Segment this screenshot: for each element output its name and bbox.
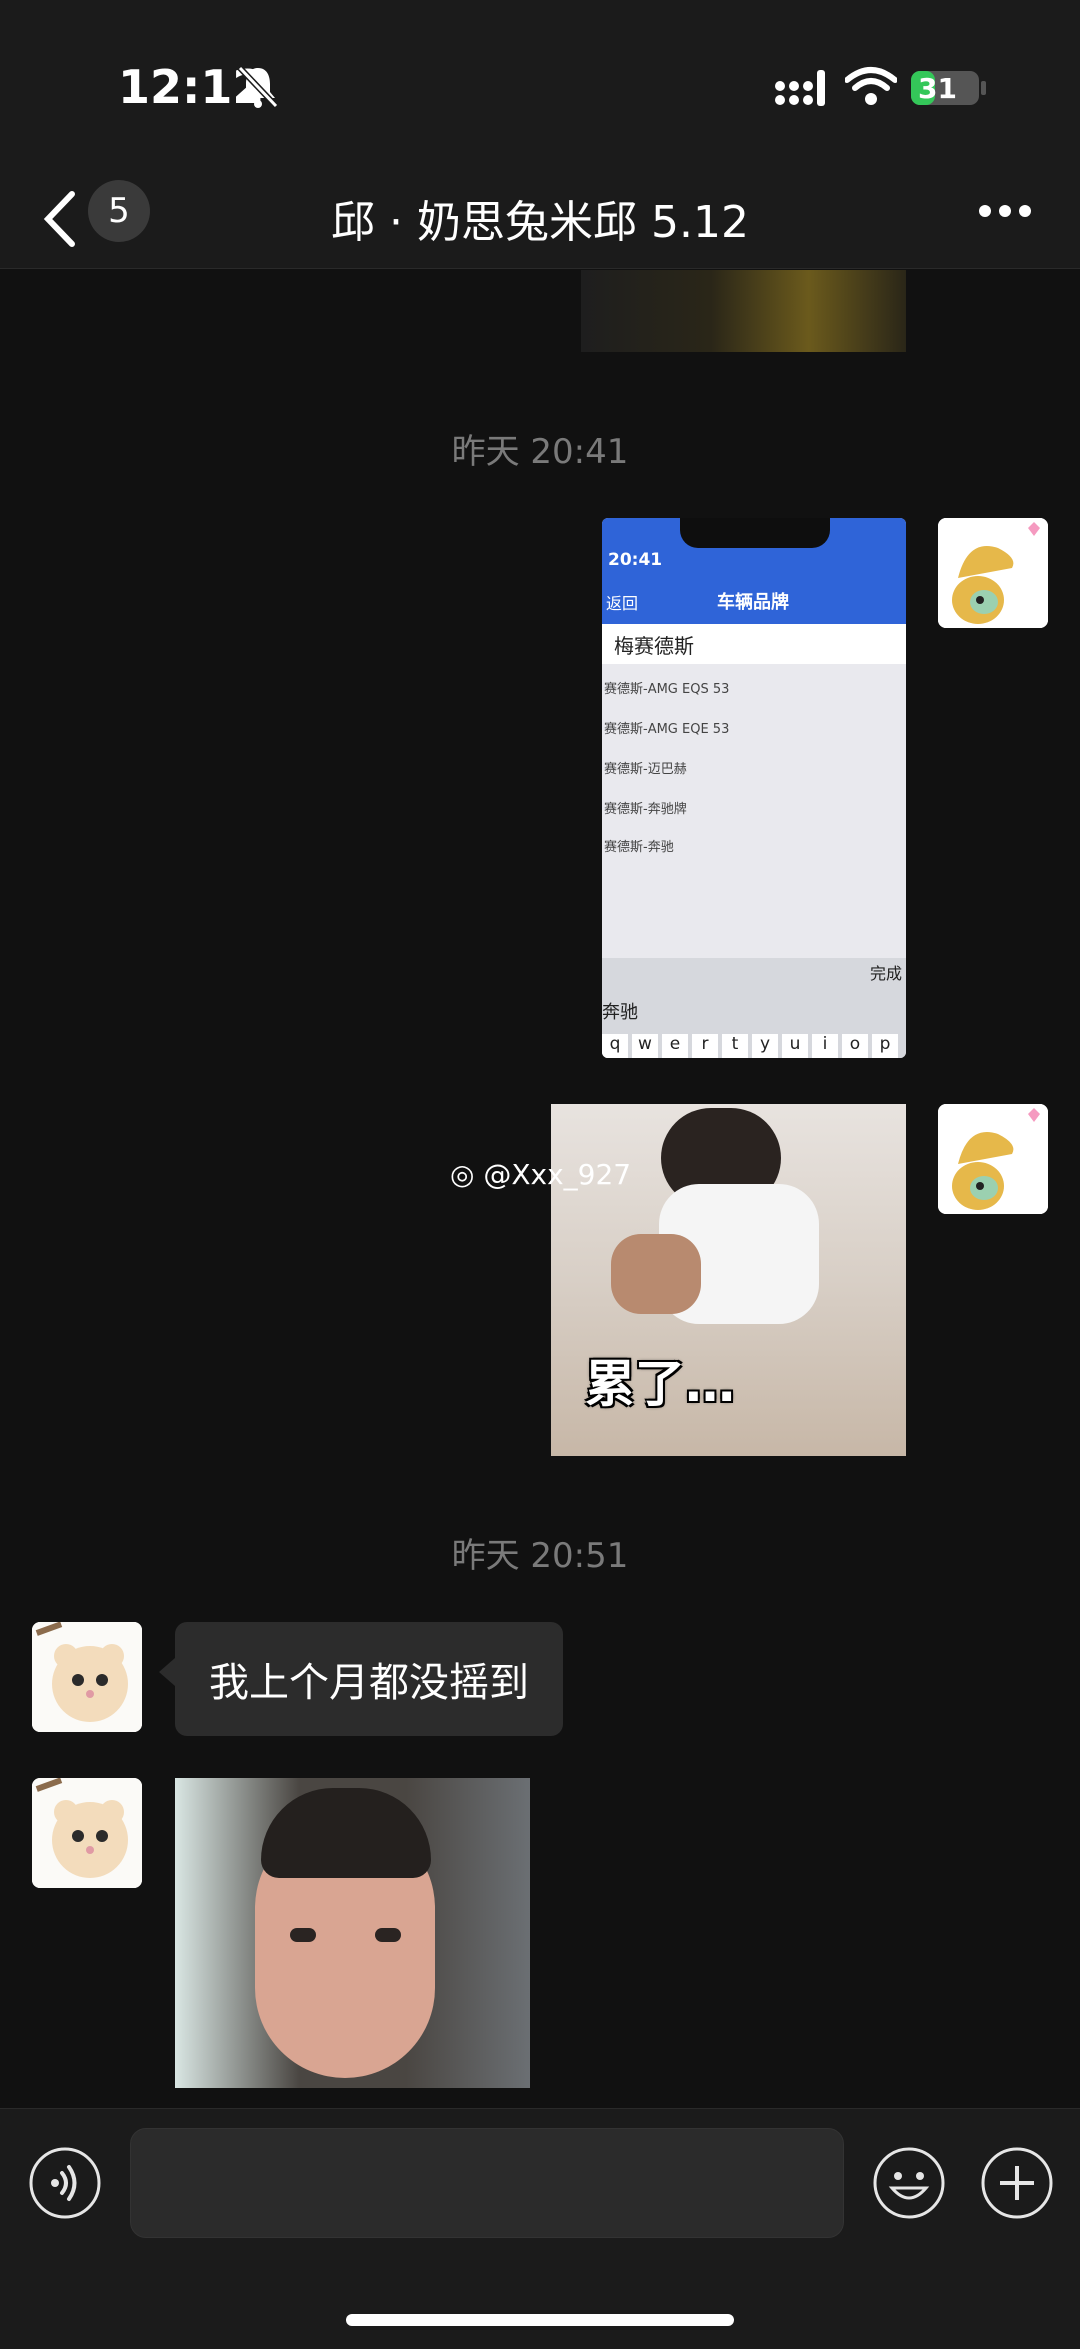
avatar[interactable] xyxy=(32,1778,142,1888)
key: u xyxy=(782,1034,808,1058)
screenshot-back: 返回 xyxy=(606,594,639,613)
plus-icon[interactable] xyxy=(980,2146,1054,2220)
key: i xyxy=(812,1034,838,1058)
screenshot-header-title: 车辆品牌 xyxy=(717,592,789,613)
eye-shape xyxy=(290,1928,316,1942)
weibo-watermark: ◎ @Xxx_927 xyxy=(450,1158,631,1191)
incoming-image-message[interactable] xyxy=(175,1778,530,2088)
screenshot-key-row: q w e r t y u i o p xyxy=(602,1034,906,1058)
screenshot-search: 梅赛德斯 xyxy=(602,624,906,664)
screenshot-result: 赛德斯-AMG EQE 53 xyxy=(604,722,730,737)
key: r xyxy=(692,1034,718,1058)
hair-shape xyxy=(261,1788,431,1878)
screenshot-time: 20:41 xyxy=(608,550,663,570)
screenshot-notch xyxy=(680,518,830,548)
screenshot-search-text: 梅赛德斯 xyxy=(614,634,694,658)
message-input[interactable] xyxy=(130,2128,844,2238)
screenshot-keyboard: 完成 奔驰 q w e r t y u i o p xyxy=(602,958,906,1058)
screenshot-candidate: 奔驰 xyxy=(602,1002,638,1023)
avatar[interactable] xyxy=(938,1104,1048,1214)
key: o xyxy=(842,1034,868,1058)
battery-level: 31 xyxy=(918,72,957,105)
voice-icon[interactable] xyxy=(28,2146,102,2220)
bell-mute-icon xyxy=(237,65,279,109)
key: q xyxy=(602,1034,628,1058)
more-dots-icon[interactable] xyxy=(978,204,1032,218)
wifi-icon xyxy=(845,67,897,105)
weibo-icon: ◎ xyxy=(450,1158,475,1191)
meme-figure-arm xyxy=(611,1234,701,1314)
key: t xyxy=(722,1034,748,1058)
screenshot-result: 赛德斯-迈巴赫 xyxy=(604,762,687,777)
avatar[interactable] xyxy=(938,518,1048,628)
avatar[interactable] xyxy=(32,1622,142,1732)
incoming-text-bubble[interactable]: 我上个月都没摇到 xyxy=(159,1622,563,1736)
meme-image-message[interactable]: 累了… xyxy=(551,1104,906,1456)
screenshot-done: 完成 xyxy=(869,964,902,983)
partial-image-message[interactable] xyxy=(581,270,906,352)
screenshot-header: 20:41 返回 车辆品牌 xyxy=(602,518,906,624)
home-indicator xyxy=(346,2314,734,2326)
key: e xyxy=(662,1034,688,1058)
unread-count-badge[interactable]: 5 xyxy=(88,180,150,242)
key: w xyxy=(632,1034,658,1058)
chevron-left-icon[interactable] xyxy=(40,188,80,250)
screenshot-image-message[interactable]: 20:41 返回 车辆品牌 梅赛德斯 赛德斯-AMG EQS 53 赛德斯-AM… xyxy=(602,518,906,1058)
watermark-text: @Xxx_927 xyxy=(483,1158,632,1191)
timestamp: 昨天 20:51 xyxy=(451,1536,629,1576)
key: p xyxy=(872,1034,898,1058)
signal-icon xyxy=(775,70,825,106)
key: y xyxy=(752,1034,778,1058)
screenshot-result: 赛德斯-奔驰 xyxy=(604,840,674,855)
timestamp: 昨天 20:41 xyxy=(451,432,629,472)
meme-caption: 累了… xyxy=(585,1355,735,1413)
emoji-icon[interactable] xyxy=(872,2146,946,2220)
eye-shape xyxy=(375,1928,401,1942)
screenshot-result: 赛德斯-奔驰牌 xyxy=(604,802,687,817)
chat-title: 邱 · 奶思兔米邱 5.12 xyxy=(331,197,749,248)
screenshot-result: 赛德斯-AMG EQS 53 xyxy=(604,682,730,697)
